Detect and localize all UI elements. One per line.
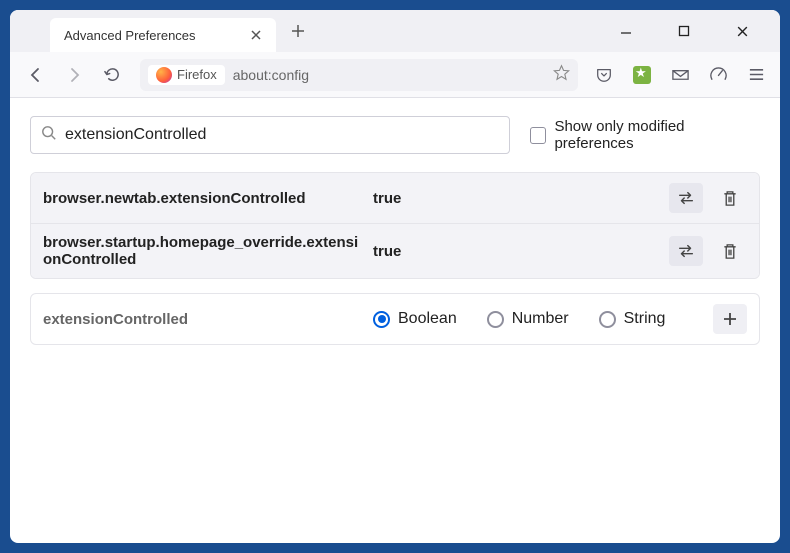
type-label: Boolean	[398, 310, 457, 328]
bookmark-star-button[interactable]	[553, 64, 570, 86]
new-pref-row: extensionControlled Boolean Number Strin…	[30, 293, 760, 345]
delete-pref-button[interactable]	[713, 183, 747, 213]
minimize-icon	[620, 25, 632, 37]
config-topbar: Show only modified preferences	[30, 116, 760, 154]
type-label: Number	[512, 310, 569, 328]
firefox-chip-label: Firefox	[177, 67, 217, 82]
type-radio-group: Boolean Number String	[373, 310, 703, 328]
firefox-chip: Firefox	[148, 65, 225, 85]
pref-value: true	[373, 190, 659, 207]
forward-button[interactable]	[58, 59, 90, 91]
tab-title: Advanced Preferences	[64, 28, 196, 43]
pref-search-container	[30, 116, 510, 154]
search-icon	[41, 125, 57, 146]
pref-value: true	[373, 243, 659, 260]
pref-results: browser.newtab.extensionControlled true …	[30, 172, 760, 279]
pocket-icon	[595, 66, 613, 84]
close-icon	[736, 25, 749, 38]
radio-icon	[599, 311, 616, 328]
mail-button[interactable]	[666, 61, 694, 89]
firefox-logo-icon	[156, 67, 172, 83]
pref-name: browser.newtab.extensionControlled	[43, 190, 363, 207]
toggle-value-button[interactable]	[669, 183, 703, 213]
plus-icon	[291, 24, 305, 38]
extension-button[interactable]	[628, 61, 656, 89]
browser-window: Advanced Preferences Firefox about:confi…	[10, 10, 780, 543]
tab-close-button[interactable]	[246, 25, 266, 45]
url-bar[interactable]: Firefox about:config	[140, 59, 578, 91]
back-button[interactable]	[20, 59, 52, 91]
type-label: String	[624, 310, 666, 328]
extension-icon	[633, 66, 651, 84]
star-icon	[553, 64, 570, 81]
toolbar-actions	[590, 61, 770, 89]
meter-icon	[709, 65, 728, 84]
plus-icon	[722, 311, 738, 327]
modified-only-label: Show only modified preferences	[554, 118, 760, 152]
type-string-option[interactable]: String	[599, 310, 666, 328]
minimize-button[interactable]	[606, 16, 646, 46]
pref-search-input[interactable]	[65, 126, 499, 144]
trash-icon	[722, 243, 738, 260]
account-button[interactable]	[704, 61, 732, 89]
arrow-right-icon	[65, 66, 83, 84]
window-controls	[606, 16, 772, 46]
toggle-value-button[interactable]	[669, 236, 703, 266]
maximize-button[interactable]	[664, 16, 704, 46]
new-pref-name: extensionControlled	[43, 311, 363, 328]
modified-only-toggle[interactable]: Show only modified preferences	[530, 118, 760, 152]
new-tab-button[interactable]	[284, 17, 312, 45]
arrow-left-icon	[27, 66, 45, 84]
delete-pref-button[interactable]	[713, 236, 747, 266]
radio-icon	[373, 311, 390, 328]
close-icon	[250, 29, 262, 41]
pref-name: browser.startup.homepage_override.extens…	[43, 234, 363, 268]
swap-icon	[677, 244, 695, 258]
pref-row: browser.newtab.extensionControlled true	[31, 173, 759, 224]
url-text: about:config	[233, 67, 309, 83]
reload-icon	[104, 66, 121, 83]
trash-icon	[722, 190, 738, 207]
reload-button[interactable]	[96, 59, 128, 91]
browser-tab[interactable]: Advanced Preferences	[50, 18, 276, 52]
app-menu-button[interactable]	[742, 61, 770, 89]
radio-icon	[487, 311, 504, 328]
pocket-button[interactable]	[590, 61, 618, 89]
navigation-toolbar: Firefox about:config	[10, 52, 780, 98]
close-window-button[interactable]	[722, 16, 762, 46]
swap-icon	[677, 191, 695, 205]
mail-icon	[671, 65, 690, 84]
titlebar: Advanced Preferences	[10, 10, 780, 52]
checkbox-icon	[530, 127, 546, 144]
maximize-icon	[678, 25, 690, 37]
type-number-option[interactable]: Number	[487, 310, 569, 328]
add-pref-button[interactable]	[713, 304, 747, 334]
type-boolean-option[interactable]: Boolean	[373, 310, 457, 328]
hamburger-icon	[748, 66, 765, 83]
pref-row: browser.startup.homepage_override.extens…	[31, 224, 759, 278]
page-content: Show only modified preferences browser.n…	[10, 98, 780, 543]
